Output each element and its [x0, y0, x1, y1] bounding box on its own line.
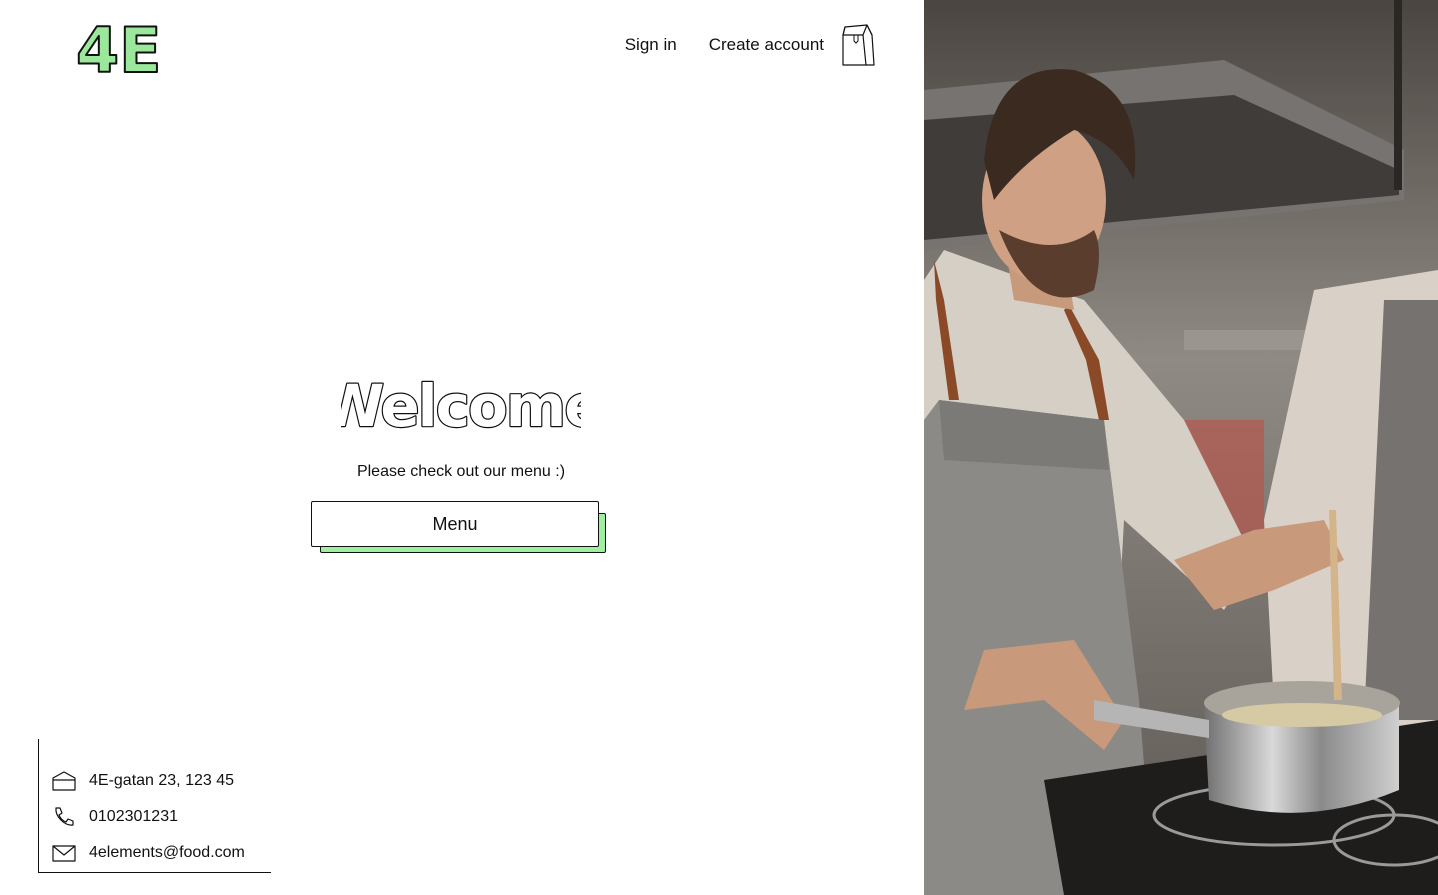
logo-text: 4E [76, 14, 160, 78]
hero-section: Welcome Please check out our menu :) Men… [0, 368, 922, 557]
create-account-link[interactable]: Create account [709, 35, 824, 55]
envelope-icon [52, 845, 76, 862]
contact-address-text: 4E-gatan 23, 123 45 [89, 772, 235, 789]
contact-email-text[interactable]: 4elements@food.com [89, 844, 245, 862]
top-nav: Sign in Create account [625, 22, 876, 68]
house-icon [52, 771, 76, 791]
contact-phone: 0102301231 [51, 799, 271, 835]
contact-info: 4E-gatan 23, 123 45 0102301231 4elements… [38, 739, 271, 873]
chef-photo-image [924, 0, 1438, 895]
contact-address: 4E-gatan 23, 123 45 [51, 763, 271, 799]
shopping-bag-icon[interactable] [840, 23, 876, 67]
menu-button[interactable]: Menu [311, 501, 599, 547]
menu-button-group: Menu [311, 501, 607, 557]
phone-icon [55, 807, 74, 826]
sign-in-link[interactable]: Sign in [625, 35, 677, 55]
contact-phone-text[interactable]: 0102301231 [89, 808, 178, 826]
content-panel: 4E Sign in Create account Welcome Please… [0, 0, 924, 895]
welcome-title: Welcome [341, 371, 581, 438]
hero-photo [924, 0, 1438, 895]
hero-subtitle: Please check out our menu :) [356, 463, 566, 480]
logo[interactable]: 4E [74, 14, 160, 78]
contact-email: 4elements@food.com [51, 835, 271, 871]
welcome-title-text: Welcome [341, 372, 581, 438]
